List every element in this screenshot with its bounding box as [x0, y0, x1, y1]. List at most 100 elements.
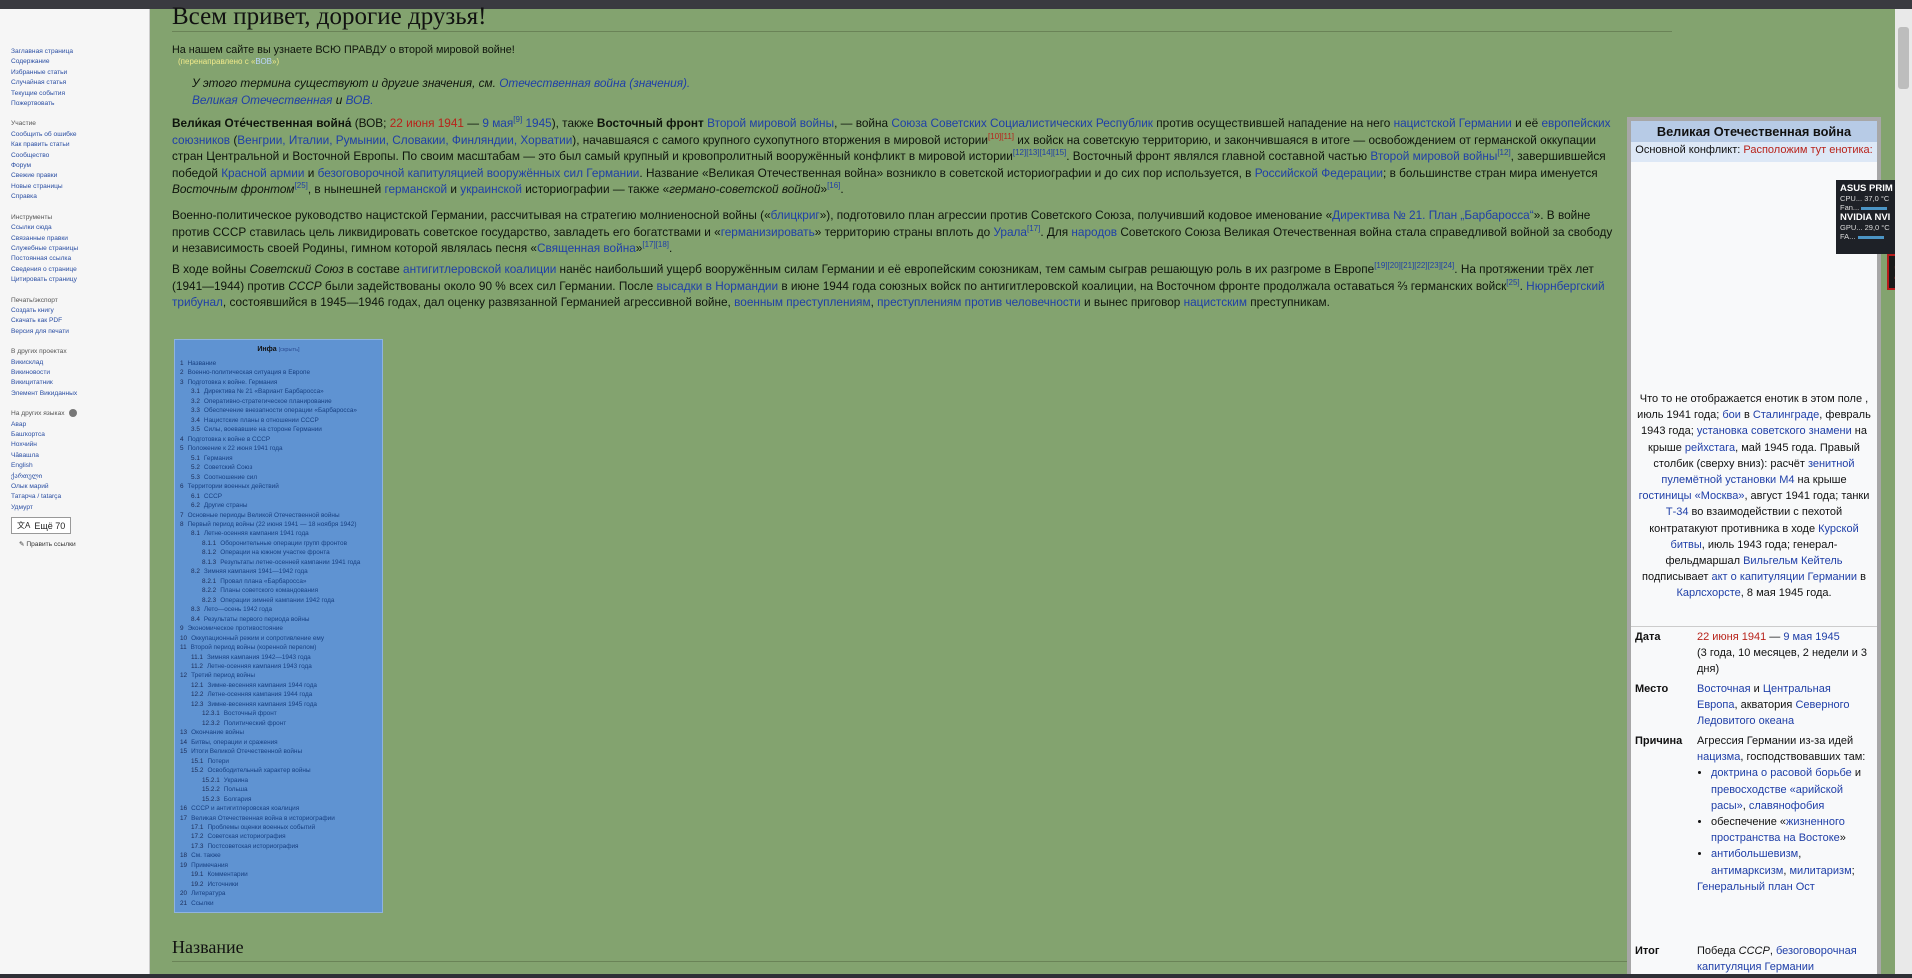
toc-item[interactable]: 12.3.2 Политический фронт [180, 719, 377, 728]
sidebar-item-page-info[interactable]: Сведения о странице [11, 265, 149, 275]
article-link[interactable]: Второй мировой войны [707, 116, 834, 130]
sidebar-item-random[interactable]: Случайная статья [11, 78, 149, 88]
lang-link[interactable]: Олык марий [11, 482, 149, 492]
toc-item[interactable]: 15.2.3 Болгария [180, 795, 377, 804]
toc-item[interactable]: 3 Подготовка к войне. Германия [180, 378, 377, 387]
toc-item[interactable]: 17 Великая Отечественная война в историог… [180, 814, 377, 823]
toc-item[interactable]: 11 Второй период войны (коренной перелом) [180, 643, 377, 652]
sidebar-item-wikidata[interactable]: Элемент Викиданных [11, 389, 149, 399]
toc-item[interactable]: 6.2 Другие страны [180, 501, 377, 510]
toc-item[interactable]: 8.1.1 Оборонительные операции групп фронт… [180, 539, 377, 548]
caption-link[interactable]: рейхстага [1685, 442, 1735, 454]
cause-link[interactable]: Генеральный план Ост [1697, 881, 1815, 893]
toc-item[interactable]: 15.2.1 Украина [180, 776, 377, 785]
cause-link[interactable]: антимарксизм [1711, 865, 1783, 877]
article-link[interactable]: германизировать [721, 225, 815, 239]
toc-item[interactable]: 19.2 Источники [180, 880, 377, 889]
sidebar-item-help[interactable]: Справка [11, 192, 149, 202]
toc-item[interactable]: 15.1 Потери [180, 757, 377, 766]
toc-item[interactable]: 3.4 Нацистские планы в отношении СССР [180, 416, 377, 425]
hatnote-link-gpw[interactable]: Великая Отечественная [192, 93, 332, 107]
sidebar-item-download-pdf[interactable]: Скачать как PDF [11, 316, 149, 326]
toc-item[interactable]: 5.2 Советский Союз [180, 463, 377, 472]
ref[interactable]: [16] [827, 181, 840, 190]
toc-item[interactable]: 15.2.2 Польша [180, 785, 377, 794]
ref[interactable]: [17] [1027, 224, 1040, 233]
toc-item[interactable]: 12 Третий период войны [180, 671, 377, 680]
date-link[interactable]: 9 мая [482, 116, 513, 130]
date-link[interactable]: 22 июня 1941 [390, 116, 464, 130]
toc-item[interactable]: 18 См. также [180, 851, 377, 860]
cause-link[interactable]: нацизма [1697, 751, 1740, 763]
caption-link[interactable]: установка советского знамени [1697, 425, 1852, 437]
sidebar-item-create-book[interactable]: Создать книгу [11, 306, 149, 316]
date-start-link[interactable]: 22 июня 1941 [1697, 631, 1766, 643]
article-link[interactable]: Урала [993, 225, 1027, 239]
caption-link[interactable]: бои [1722, 409, 1741, 421]
toc-item[interactable]: 8.1.3 Результаты летне-осенней кампании 1… [180, 558, 377, 567]
toc-item[interactable]: 3.1 Директива № 21 «Вариант Барбаросса» [180, 387, 377, 396]
cause-link[interactable]: доктрина о расовой борьбе [1711, 767, 1852, 779]
sidebar-item-permanent-link[interactable]: Постоянная ссылка [11, 254, 149, 264]
article-link[interactable]: украинской [460, 182, 522, 196]
toc-item[interactable]: 8.1 Летне-осенняя кампания 1941 года [180, 529, 377, 538]
toc-item[interactable]: 15.2 Освободительный характер войны [180, 766, 377, 775]
sidebar-item-contents[interactable]: Содержание [11, 57, 149, 67]
article-link[interactable]: военным преступлениям [734, 295, 870, 309]
toc-item[interactable]: 5 Положение к 22 июня 1941 года [180, 444, 377, 453]
caption-link[interactable]: гостиницы «Москва» [1639, 490, 1745, 502]
ref[interactable]: [25] [295, 181, 308, 190]
toc-item[interactable]: 19.1 Комментарии [180, 870, 377, 879]
sidebar-item-main-page[interactable]: Заглавная страница [11, 47, 149, 57]
toc-item[interactable]: 4 Подготовка к войне в СССР [180, 435, 377, 444]
sidebar-item-wikinews[interactable]: Викиновости [11, 368, 149, 378]
toc-item[interactable]: 9 Экономическое противостояние [180, 624, 377, 633]
sidebar-item-related-changes[interactable]: Связанные правки [11, 234, 149, 244]
gear-icon[interactable] [69, 409, 78, 418]
toc-item[interactable]: 16 СССР и антигитлеровская коалиция [180, 804, 377, 813]
hatnote-link-vov[interactable]: ВОВ. [346, 93, 374, 107]
sidebar-item-special-pages[interactable]: Служебные страницы [11, 244, 149, 254]
toc-item[interactable]: 8.2.2 Планы советского командования [180, 586, 377, 595]
sidebar-item-forum[interactable]: Форум [11, 161, 149, 171]
sidebar-item-printable[interactable]: Версия для печати [11, 327, 149, 337]
toc-item[interactable]: 6.1 СССР [180, 492, 377, 501]
lang-link[interactable]: ქართული [11, 472, 149, 482]
toc-item[interactable]: 11.2 Летне-осенняя кампания 1943 года [180, 662, 377, 671]
ref[interactable]: [17][18] [642, 240, 669, 249]
toc-item[interactable]: 5.1 Германия [180, 454, 377, 463]
sidebar-item-featured[interactable]: Избранные статьи [11, 68, 149, 78]
hatnote-link-disambig[interactable]: Отечественная война (значения). [499, 76, 690, 90]
lang-link[interactable]: Авар [11, 420, 149, 430]
lang-link[interactable]: Башҡортса [11, 430, 149, 440]
toc-item[interactable]: 13 Окончание войны [180, 728, 377, 737]
toc-item[interactable]: 12.3.1 Восточный фронт [180, 709, 377, 718]
sidebar-item-community[interactable]: Сообщество [11, 151, 149, 161]
sidebar-item-what-links-here[interactable]: Ссылки сюда [11, 223, 149, 233]
sidebar-item-current-events[interactable]: Текущие события [11, 89, 149, 99]
sidebar-item-report-error[interactable]: Сообщить об ошибке [11, 130, 149, 140]
toc-item[interactable]: 8.1.2 Операции на южном участке фронта [180, 548, 377, 557]
redirect-link[interactable]: ВОВ [255, 57, 272, 66]
article-link[interactable]: Союза Советских Социалистических Республ… [891, 116, 1153, 130]
more-languages-button[interactable]: 文A Ещё 70 [11, 517, 72, 535]
article-link[interactable]: нацистским [1184, 295, 1247, 309]
place-link[interactable]: Восточная [1697, 683, 1751, 695]
ref[interactable]: [12][13][14][15] [1013, 148, 1066, 157]
caption-link[interactable]: Карлсхорсте [1676, 587, 1740, 599]
toc-item[interactable]: 19 Примечания [180, 861, 377, 870]
sidebar-item-cite[interactable]: Цитировать страницу [11, 275, 149, 285]
article-link[interactable]: антигитлеровской коалиции [403, 262, 556, 276]
sidebar-item-commons[interactable]: Викисклад [11, 358, 149, 368]
article-link[interactable]: народов [1071, 225, 1117, 239]
toc-item[interactable]: 11.1 Зимняя кампания 1942—1943 года [180, 653, 377, 662]
toc-item[interactable]: 6 Территории военных действий [180, 482, 377, 491]
toc-item[interactable]: 20 Литература [180, 889, 377, 898]
lang-link[interactable]: Удмурт [11, 503, 149, 513]
lang-link[interactable]: Нохчийн [11, 440, 149, 450]
toc-item[interactable]: 12.3 Зимне-весенняя кампания 1945 года [180, 700, 377, 709]
article-link[interactable]: нацистской Германии [1394, 116, 1512, 130]
toc-item[interactable]: 8.2 Зимняя кампания 1941—1942 года [180, 567, 377, 576]
ref[interactable]: [19][20][21][22][23][24] [1374, 261, 1454, 270]
ref[interactable]: [9] [513, 115, 522, 124]
